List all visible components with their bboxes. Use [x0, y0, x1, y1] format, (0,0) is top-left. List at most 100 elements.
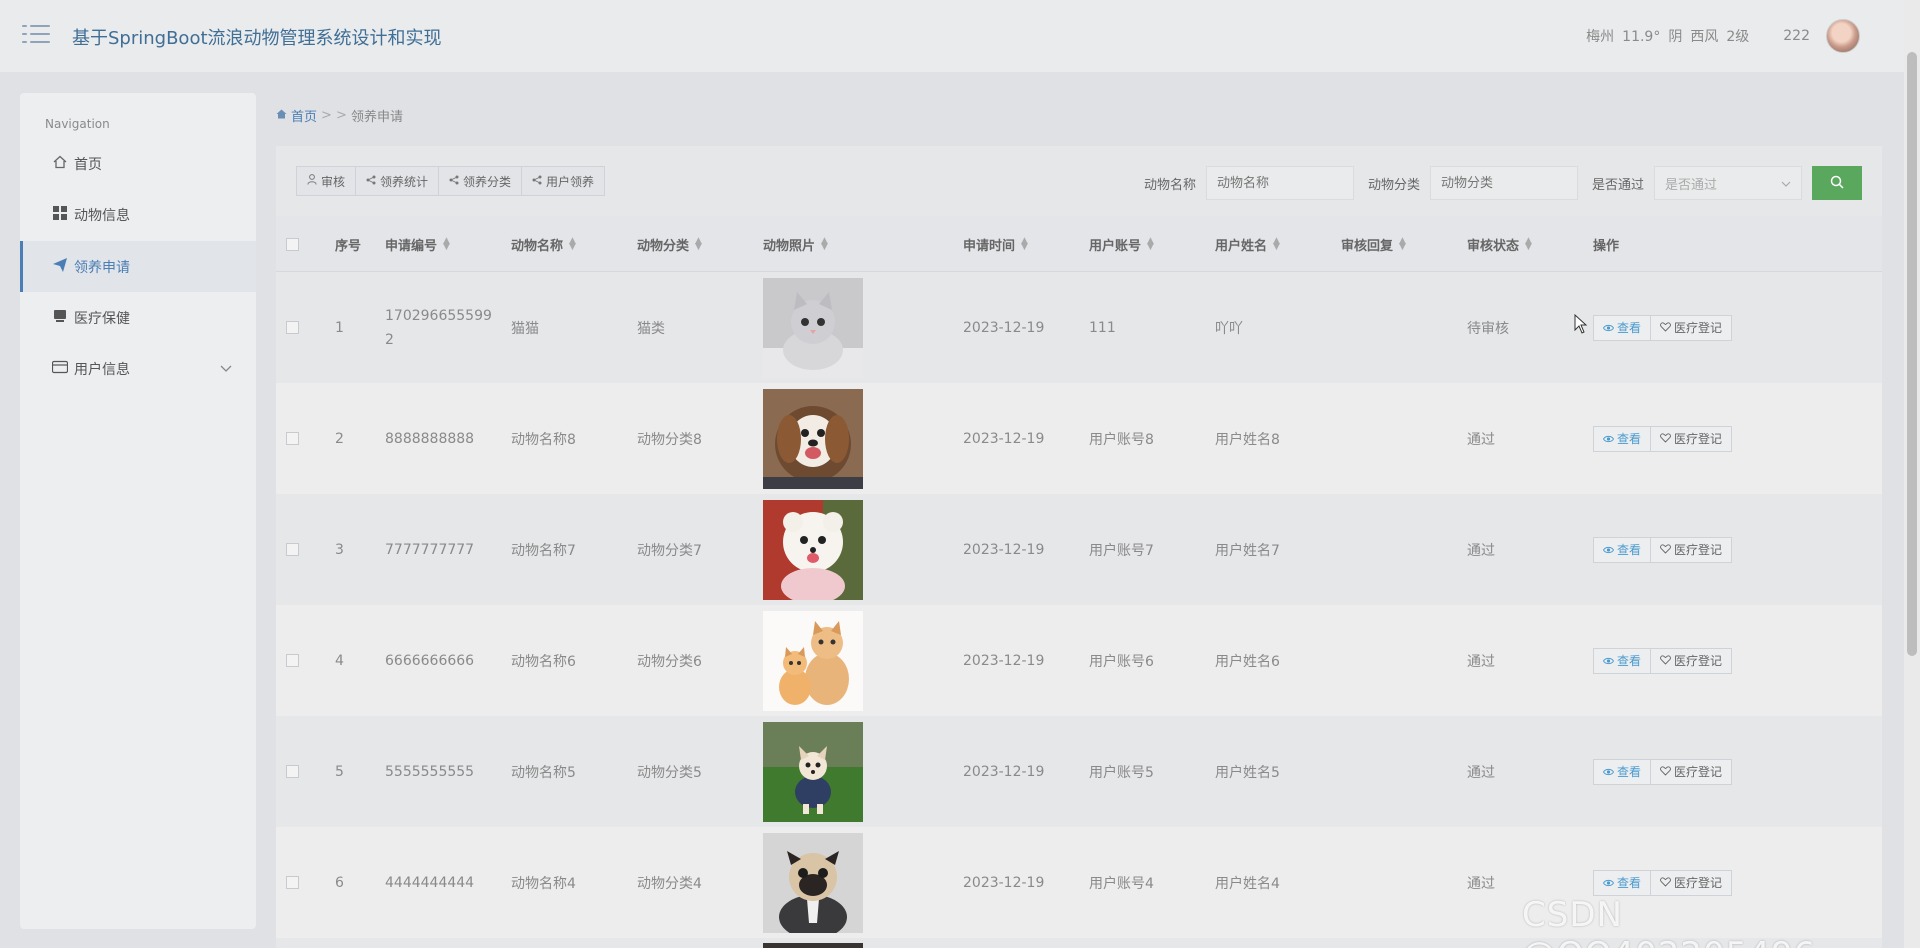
view-button[interactable]: 查看	[1593, 758, 1652, 785]
row-animal-name: 动物名称4	[511, 875, 576, 892]
row-app-no-cell: 170296655599 2	[385, 272, 495, 383]
col-audit-reply[interactable]: 审核回复 ▲ ▼	[1341, 216, 1406, 272]
username[interactable]: 222	[1783, 28, 1810, 44]
col-animal-name[interactable]: 动物名称 ▲ ▼	[511, 216, 576, 272]
page-scrollbar[interactable]	[1904, 0, 1920, 948]
row-index: 1	[335, 319, 344, 336]
row-checkbox[interactable]	[286, 432, 299, 445]
medical-register-button[interactable]: 医疗登记	[1651, 647, 1733, 674]
sidebar-item-animal-info[interactable]: 动物信息	[20, 189, 256, 240]
user-adoption-button[interactable]: 用户领养	[522, 167, 604, 195]
approved-select[interactable]: 是否通过	[1654, 166, 1802, 200]
row-checkbox[interactable]	[286, 876, 299, 889]
view-button[interactable]: 查看	[1593, 314, 1652, 341]
medical-register-button[interactable]: 医疗登记	[1651, 425, 1733, 452]
select-all-checkbox[interactable]	[286, 237, 299, 251]
audit-button[interactable]: 审核	[297, 167, 357, 195]
table-row: 1 170296655599 2 猫猫 猫类 2023-12-19 111 吖吖 待审核 查看 医疗…	[276, 272, 1882, 383]
row-user-name: 吖吖	[1215, 320, 1243, 337]
row-checkbox[interactable]	[286, 543, 299, 556]
medical-register-button[interactable]: 医疗登记	[1651, 536, 1733, 563]
row-app-no-wrap: 2	[385, 331, 394, 348]
sidebar-item-user-info[interactable]: 用户信息	[20, 343, 256, 394]
row-animal-photo[interactable]	[763, 383, 863, 494]
row-actions: 查看 医疗登记	[1593, 272, 1733, 383]
animal-name-input[interactable]	[1205, 166, 1354, 200]
sidebar-item-home[interactable]: 首页	[20, 138, 256, 189]
row-actions: 查看 医疗登记	[1593, 605, 1733, 716]
row-animal-photo[interactable]	[763, 716, 863, 827]
row-animal-category: 动物分类4	[637, 875, 702, 892]
row-animal-photo[interactable]	[763, 494, 863, 605]
inbox-icon	[52, 309, 68, 327]
table-row: 4 6666666666 动物名称6 动物分类6 2023-12-19 用户账号6 用户姓名…	[276, 605, 1882, 716]
row-animal-photo[interactable]	[763, 605, 863, 716]
sidebar-item-medical[interactable]: 医疗保健	[20, 292, 256, 343]
row-index: 6	[335, 874, 344, 891]
medical-register-button[interactable]: 医疗登记	[1651, 869, 1733, 896]
row-audit-status: 通过	[1467, 542, 1495, 559]
row-animal-category: 动物分类8	[637, 431, 702, 448]
search-button[interactable]	[1812, 166, 1862, 200]
col-audit-status[interactable]: 审核状态 ▲ ▼	[1467, 216, 1532, 272]
medical-register-button[interactable]: 医疗登记	[1651, 758, 1733, 785]
sidebar-item-adoption[interactable]: 领养申请	[20, 241, 256, 292]
menu-toggle-icon[interactable]	[22, 22, 50, 46]
weather-wind-dir: 西风	[1690, 29, 1719, 45]
medical-register-button[interactable]: 医疗登记	[1651, 314, 1733, 341]
breadcrumb-home[interactable]: 首页	[291, 106, 317, 125]
view-button[interactable]: 查看	[1593, 869, 1652, 896]
row-checkbox[interactable]	[286, 765, 299, 778]
sort-icon: ▲ ▼	[1021, 236, 1028, 252]
row-animal-photo[interactable]	[763, 272, 863, 383]
col-animal-category[interactable]: 动物分类 ▲ ▼	[637, 216, 702, 272]
sort-icon: ▲ ▼	[1147, 236, 1154, 252]
row-animal-photo	[763, 943, 863, 948]
user-icon	[307, 174, 317, 188]
row-apply-time: 2023-12-19	[963, 652, 1045, 669]
row-select-cell	[286, 272, 299, 383]
col-app-no[interactable]: 申请编号 ▲ ▼	[385, 216, 450, 272]
row-actions: 查看 医疗登记	[1593, 383, 1733, 494]
row-animal-name: 猫猫	[511, 320, 539, 337]
animal-category-label: 动物分类	[1367, 177, 1420, 193]
adoption-stats-button[interactable]: 领养统计	[356, 167, 440, 195]
toolbar-button-label: 审核	[321, 174, 346, 189]
scrollbar-thumb[interactable]	[1907, 52, 1917, 656]
avatar[interactable]	[1826, 19, 1860, 53]
row-app-no-cell: 7777777777	[385, 494, 495, 605]
view-button[interactable]: 查看	[1593, 647, 1652, 674]
top-header: 基于SpringBoot流浪动物管理系统设计和实现 梅州 11.9° 阴西风 2级 2…	[0, 0, 1904, 72]
row-apply-time: 2023-12-19	[963, 541, 1045, 558]
col-apply-time[interactable]: 申请时间 ▲ ▼	[963, 216, 1028, 272]
row-select-cell	[286, 716, 299, 827]
animal-category-input[interactable]	[1429, 166, 1578, 200]
watermark: CSDN @QQ402205496	[1522, 895, 1815, 948]
heart-icon	[1660, 876, 1671, 890]
sidebar-item-label: 医疗保健	[74, 310, 130, 327]
adoption-category-button[interactable]: 领养分类	[439, 167, 523, 195]
col-user-account[interactable]: 用户账号 ▲ ▼	[1089, 216, 1154, 272]
view-button-label: 查看	[1617, 765, 1642, 779]
row-user-account: 用户账号5	[1089, 764, 1154, 781]
row-app-no: 5555555555	[385, 763, 475, 780]
row-animal-photo[interactable]	[763, 827, 863, 938]
row-app-no: 7777777777	[385, 541, 475, 558]
weather-temp: 11.9°	[1622, 29, 1661, 45]
search-icon	[1830, 175, 1844, 192]
col-animal-photo[interactable]: 动物照片 ▲ ▼	[763, 216, 828, 272]
col-user-name[interactable]: 用户姓名 ▲ ▼	[1215, 216, 1280, 272]
row-checkbox[interactable]	[286, 654, 299, 667]
view-button[interactable]: 查看	[1593, 536, 1652, 563]
grid-icon	[52, 205, 68, 224]
view-button[interactable]: 查看	[1593, 425, 1652, 452]
eye-icon	[1602, 765, 1615, 779]
sort-icon: ▲ ▼	[443, 236, 450, 252]
sidebar-item-label: 动物信息	[74, 207, 130, 224]
view-button-label: 查看	[1617, 432, 1642, 446]
row-animal-name: 动物名称5	[511, 764, 576, 781]
row-animal-category: 猫类	[637, 320, 665, 337]
nav-heading: Navigation	[45, 117, 110, 131]
row-actions: 查看 医疗登记	[1593, 494, 1733, 605]
row-checkbox[interactable]	[286, 321, 299, 334]
